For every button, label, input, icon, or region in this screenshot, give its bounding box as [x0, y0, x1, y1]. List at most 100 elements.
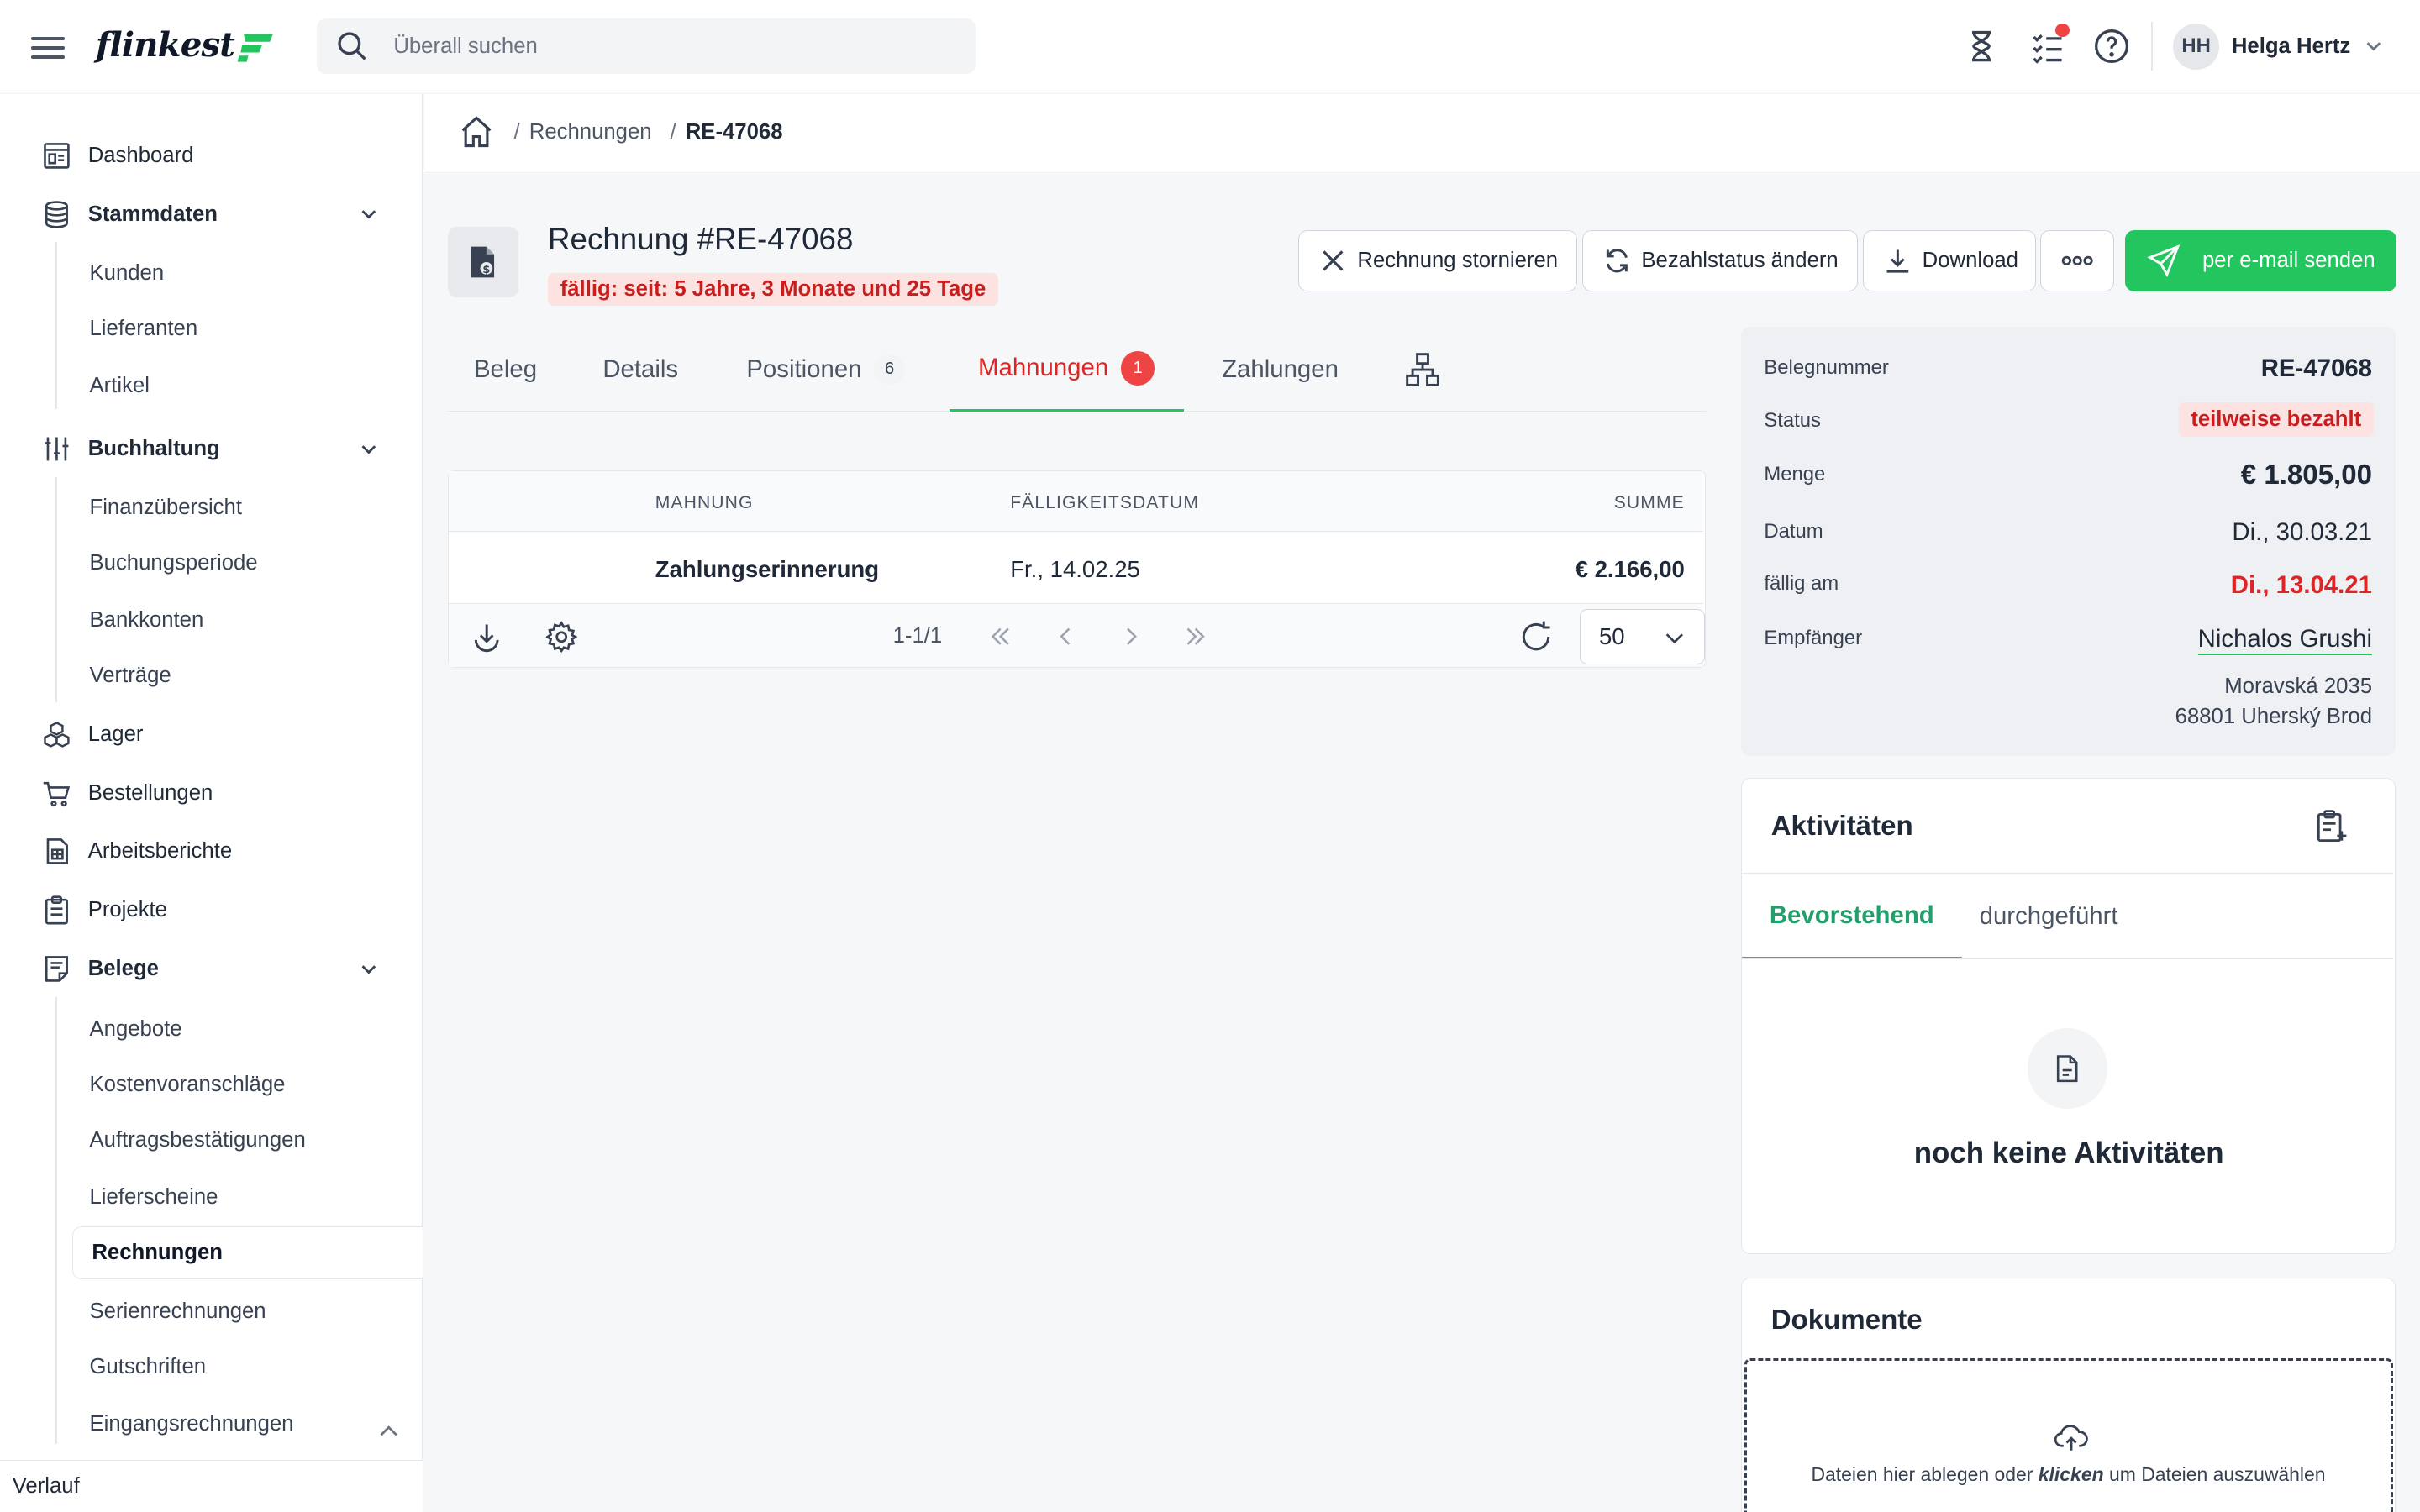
breadcrumb-current: RE-47068 [685, 119, 783, 144]
sidebar-item-label: Buchhaltung [87, 436, 220, 460]
first-page-icon[interactable] [988, 624, 1013, 648]
last-page-icon[interactable] [1183, 624, 1207, 648]
sidebar-item-auftragsbestaetigungen[interactable]: Auftragsbestätigungen [72, 1114, 423, 1166]
sidebar-item-belege[interactable]: Belege [0, 944, 423, 994]
sidebar-item-rechnungen[interactable]: Rechnungen [72, 1226, 424, 1279]
previous-page-icon[interactable] [1054, 624, 1078, 648]
sidebar-item-kunden[interactable]: Kunden [72, 247, 423, 299]
cancel-invoice-label: Rechnung stornieren [1357, 248, 1559, 272]
breadcrumb-rechnungen[interactable]: Rechnungen [529, 120, 652, 144]
tab-durchgefuehrt[interactable]: durchgeführt [1952, 874, 2146, 959]
topbar-divider [2151, 21, 2154, 71]
more-horizontal-icon [2061, 255, 2093, 265]
table-row[interactable]: Zahlungserinnerung Fr., 14.02.25 € 2.166… [448, 533, 1703, 605]
hourglass-icon[interactable] [1963, 28, 2000, 65]
sidebar-item-buchhaltung[interactable]: Buchhaltung [0, 424, 423, 474]
sidebar-item-label: Bestellungen [87, 780, 213, 805]
sidebar-item-buchungsperiode[interactable]: Buchungsperiode [72, 537, 423, 589]
column-header-summe[interactable]: SUMME [1614, 493, 1685, 513]
dropzone-text: Dateien hier ablegen oder klicken um Dat… [1747, 1463, 2389, 1486]
page-size-select[interactable]: 50 [1579, 608, 1705, 664]
reload-icon[interactable] [1518, 618, 1555, 655]
app-logo[interactable]: flinkest [96, 24, 275, 66]
tab-label: Mahnungen [978, 354, 1109, 382]
faellig-value: Di., 13.04.21 [2230, 570, 2372, 599]
send-email-button[interactable]: per e-mail senden [2125, 229, 2397, 292]
column-header-faelligkeitsdatum[interactable]: FÄLLIGKEITSDATUM [1010, 493, 1199, 513]
history-label: Verlauf [12, 1473, 80, 1498]
due-badge: fällig: seit: 5 Jahre, 3 Monate und 25 T… [548, 273, 998, 306]
chevron-up-icon[interactable] [376, 1420, 401, 1444]
send-email-label: per e-mail senden [2202, 248, 2375, 272]
tab-beleg[interactable]: Beleg [448, 327, 564, 412]
sidebar-item-bankkonten[interactable]: Bankkonten [72, 594, 423, 646]
sidebar-item-label: Dashboard [87, 143, 194, 167]
global-search[interactable] [316, 18, 976, 75]
tab-positionen[interactable]: Positionen 6 [718, 327, 934, 412]
sidebar-item-artikel[interactable]: Artikel [72, 360, 423, 412]
sidebar-item-label: Buchungsperiode [89, 550, 258, 575]
change-payment-status-button[interactable]: Bezahlstatus ändern [1581, 229, 1859, 292]
cancel-invoice-button[interactable]: Rechnung stornieren [1297, 229, 1578, 292]
hierarchy-icon [1406, 353, 1440, 386]
sidebar-item-vertraege[interactable]: Verträge [72, 649, 423, 701]
search-icon [337, 32, 366, 60]
sidebar-item-bestellungen[interactable]: Bestellungen [0, 769, 423, 818]
history-panel-toggle[interactable]: Verlauf [0, 1459, 424, 1512]
sidebar-item-lieferscheine[interactable]: Lieferscheine [72, 1171, 423, 1223]
sidebar-item-dashboard[interactable]: Dashboard [0, 131, 423, 181]
sidebar-item-angebote[interactable]: Angebote [72, 1003, 423, 1055]
receipt-icon [45, 956, 68, 982]
notification-dot [2055, 23, 2070, 38]
breadcrumb-separator: / [670, 119, 676, 144]
cart-icon [43, 781, 70, 806]
breadcrumb-separator: / [513, 119, 520, 144]
sidebar-item-lager[interactable]: Lager [0, 710, 423, 759]
send-icon [2147, 244, 2181, 278]
address-line-2: 68801 Uherský Brod [2175, 705, 2372, 729]
invoice-tabs: Beleg Details Positionen 6 Mahnungen 1 Z… [447, 327, 1707, 412]
dropzone-text-before: Dateien hier ablegen oder [1811, 1462, 2039, 1485]
add-activity-icon[interactable] [2312, 808, 2349, 845]
sidebar-item-eingangsrechnungen[interactable]: Eingangsrechnungen [72, 1398, 423, 1450]
sidebar-item-arbeitsberichte[interactable]: Arbeitsberichte [0, 827, 423, 876]
table-header: MAHNUNG FÄLLIGKEITSDATUM SUMME [448, 471, 1703, 532]
tab-relations[interactable] [1392, 327, 1454, 412]
dropzone-click-link[interactable]: klicken [2039, 1463, 2104, 1485]
tab-bevorstehend[interactable]: Bevorstehend [1741, 874, 1962, 959]
next-page-icon[interactable] [1118, 624, 1143, 648]
file-dropzone[interactable]: Dateien hier ablegen oder klicken um Dat… [1744, 1358, 2393, 1512]
sidebar-item-kostenvoranschlaege[interactable]: Kostenvoranschläge [72, 1058, 423, 1110]
help-icon[interactable] [2093, 28, 2130, 65]
tab-mahnungen[interactable]: Mahnungen 1 [949, 327, 1184, 412]
sidebar-item-finanzuebersicht[interactable]: Finanzübersicht [72, 481, 423, 533]
belegnummer-value: RE-47068 [2260, 354, 2372, 383]
download-button[interactable]: Download [1862, 229, 2036, 292]
sidebar-item-lieferanten[interactable]: Lieferanten [72, 302, 423, 354]
sidebar-item-serienrechnungen[interactable]: Serienrechnungen [72, 1285, 423, 1337]
menu-icon[interactable] [30, 31, 66, 62]
sidebar-item-stammdaten[interactable]: Stammdaten [0, 190, 423, 239]
sidebar-item-label: Kostenvoranschläge [89, 1072, 286, 1096]
recipient-link[interactable]: Nichalos Grushi [2197, 625, 2372, 655]
menge-value: € 1.805,00 [2240, 459, 2372, 491]
download-icon [1886, 249, 1909, 273]
cloud-upload-icon [2054, 1425, 2088, 1451]
sidebar-item-gutschriften[interactable]: Gutschriften [72, 1341, 423, 1393]
column-header-mahnung[interactable]: MAHNUNG [655, 493, 754, 513]
tab-details[interactable]: Details [579, 327, 702, 412]
chevron-down-icon [361, 444, 376, 454]
cell-summe: € 2.166,00 [1575, 556, 1685, 583]
tasks-button[interactable] [2029, 23, 2070, 65]
export-download-icon[interactable] [470, 620, 503, 654]
sidebar-item-label: Arbeitsberichte [87, 839, 233, 864]
settings-gear-icon[interactable] [544, 620, 578, 654]
user-menu[interactable]: HH Helga Hertz [2173, 22, 2385, 71]
tab-zahlungen[interactable]: Zahlungen [1199, 327, 1361, 412]
sidebar-item-projekte[interactable]: Projekte [0, 885, 423, 935]
sidebar-item-label: Artikel [89, 373, 150, 397]
home-icon[interactable] [458, 113, 495, 150]
search-input[interactable] [393, 34, 950, 59]
activities-empty-text: noch keine Aktivitäten [1913, 1136, 2224, 1169]
more-actions-button[interactable] [2040, 229, 2115, 292]
